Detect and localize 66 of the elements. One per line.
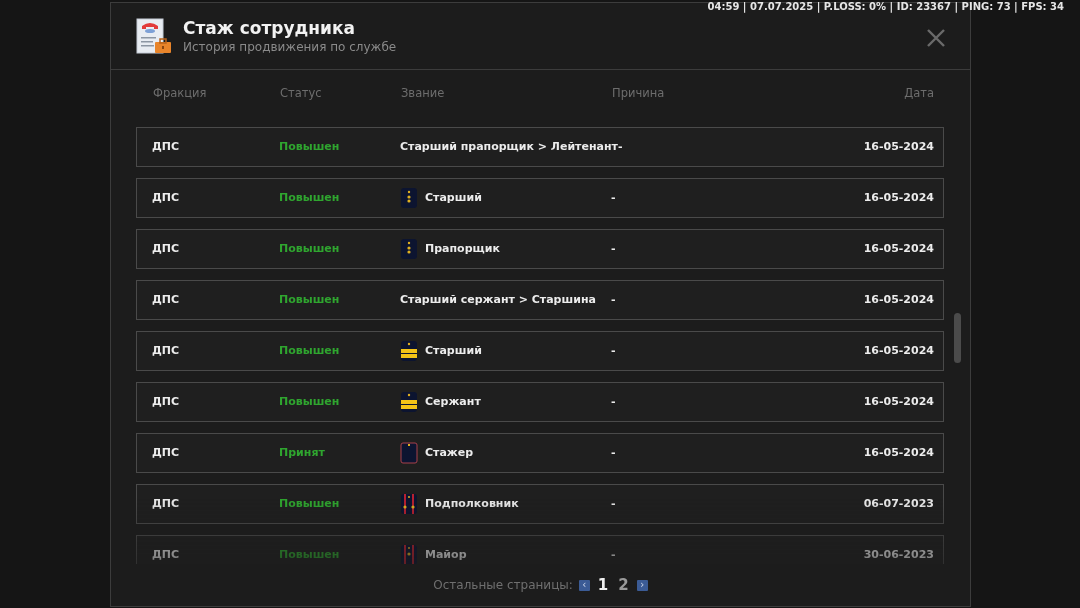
status-text: Повышен (279, 291, 341, 308)
status-text: Повышен (279, 240, 341, 257)
shoulder-strap-icon (400, 544, 418, 564)
column-header: Причина (612, 85, 666, 103)
table-cell-text: 16-05-2024 (862, 393, 934, 410)
table-cell-text: ДПС (152, 189, 181, 206)
column-header: Звание (401, 85, 446, 103)
pagination-label: Остальные страницы: (433, 577, 573, 594)
table-cell-text: Подполковник (425, 495, 519, 512)
table-cell-text: 06-07-2023 (862, 495, 934, 512)
table-cell-text: 16-05-2024 (862, 240, 934, 257)
table-cell-text: 16-05-2024 (862, 342, 934, 359)
table-cell-text: 16-05-2024 (862, 138, 934, 155)
table-cell-text: - (611, 495, 617, 512)
document-briefcase-icon (135, 17, 173, 55)
page-number[interactable]: 1 (595, 576, 611, 594)
table-cell-text: ДПС (152, 393, 181, 410)
table-cell-text: 16-05-2024 (862, 189, 934, 206)
status-text: Повышен (279, 342, 341, 359)
table-cell-text: Майор (425, 546, 467, 563)
table-cell-text: Сержант (425, 393, 481, 410)
table-cell-text: ДПС (152, 444, 181, 461)
table-cell-text: - (611, 189, 617, 206)
table-cell-text: - (611, 342, 617, 359)
table-cell-text: 16-05-2024 (862, 444, 934, 461)
status-text: Повышен (279, 393, 341, 410)
status-text: Повышен (279, 189, 341, 206)
window-title: Стаж сотрудника (183, 17, 356, 39)
column-header: Статус (280, 85, 323, 103)
table-cell-text: Прапорщик (425, 240, 500, 257)
shoulder-strap-icon (400, 442, 418, 464)
page-number[interactable]: 2 (616, 576, 631, 594)
window-subtitle: История продвижения по службе (183, 39, 397, 55)
table-cell-text: ДПС (152, 291, 181, 308)
table-cell-text: ДПС (152, 138, 181, 155)
shoulder-strap-icon (400, 238, 418, 260)
scrollbar-thumb[interactable] (954, 313, 961, 363)
next-page-button[interactable]: › (636, 579, 648, 591)
shoulder-strap-icon (400, 391, 418, 413)
status-text: 04:59 | 07.07.2025 | P.LOSS: 0% | ID: 23367 | PING: 73 | FPS: 34 (707, 0, 1064, 13)
table-cell-text: 16-05-2024 (862, 291, 934, 308)
status-text: Повышен (279, 495, 341, 512)
status-text: Повышен (279, 546, 341, 563)
table-cell-text: ДПС (152, 495, 181, 512)
shoulder-strap-icon (400, 493, 418, 515)
table-cell-text: Старший (425, 342, 482, 359)
table-cell-text: ДПС (152, 240, 181, 257)
table-cell-text: Стажер (425, 444, 474, 461)
shoulder-strap-icon (400, 187, 418, 209)
table-cell-text: - (611, 240, 617, 257)
table-cell-text: Старший прапорщик > Лейтенант- (400, 138, 623, 155)
column-header: Фракция (153, 85, 208, 103)
shoulder-strap-icon (400, 340, 418, 362)
table-cell-text: ДПС (152, 546, 181, 563)
table-cell-text: - (611, 291, 617, 308)
column-header: Дата (903, 85, 935, 103)
previous-page-button[interactable]: ‹ (578, 579, 590, 591)
table-cell-text: 30-06-2023 (862, 546, 934, 563)
table-cell-text: - (611, 546, 617, 563)
table-cell-text: ДПС (152, 342, 181, 359)
table-cell-text: Старший сержант > Старшина (400, 291, 596, 308)
table-cell-text: Старший (425, 189, 482, 206)
table-cell-text: - (611, 393, 617, 410)
status-text: Повышен (279, 138, 341, 155)
status-text: Принят (279, 444, 326, 461)
table-cell-text: - (611, 444, 617, 461)
